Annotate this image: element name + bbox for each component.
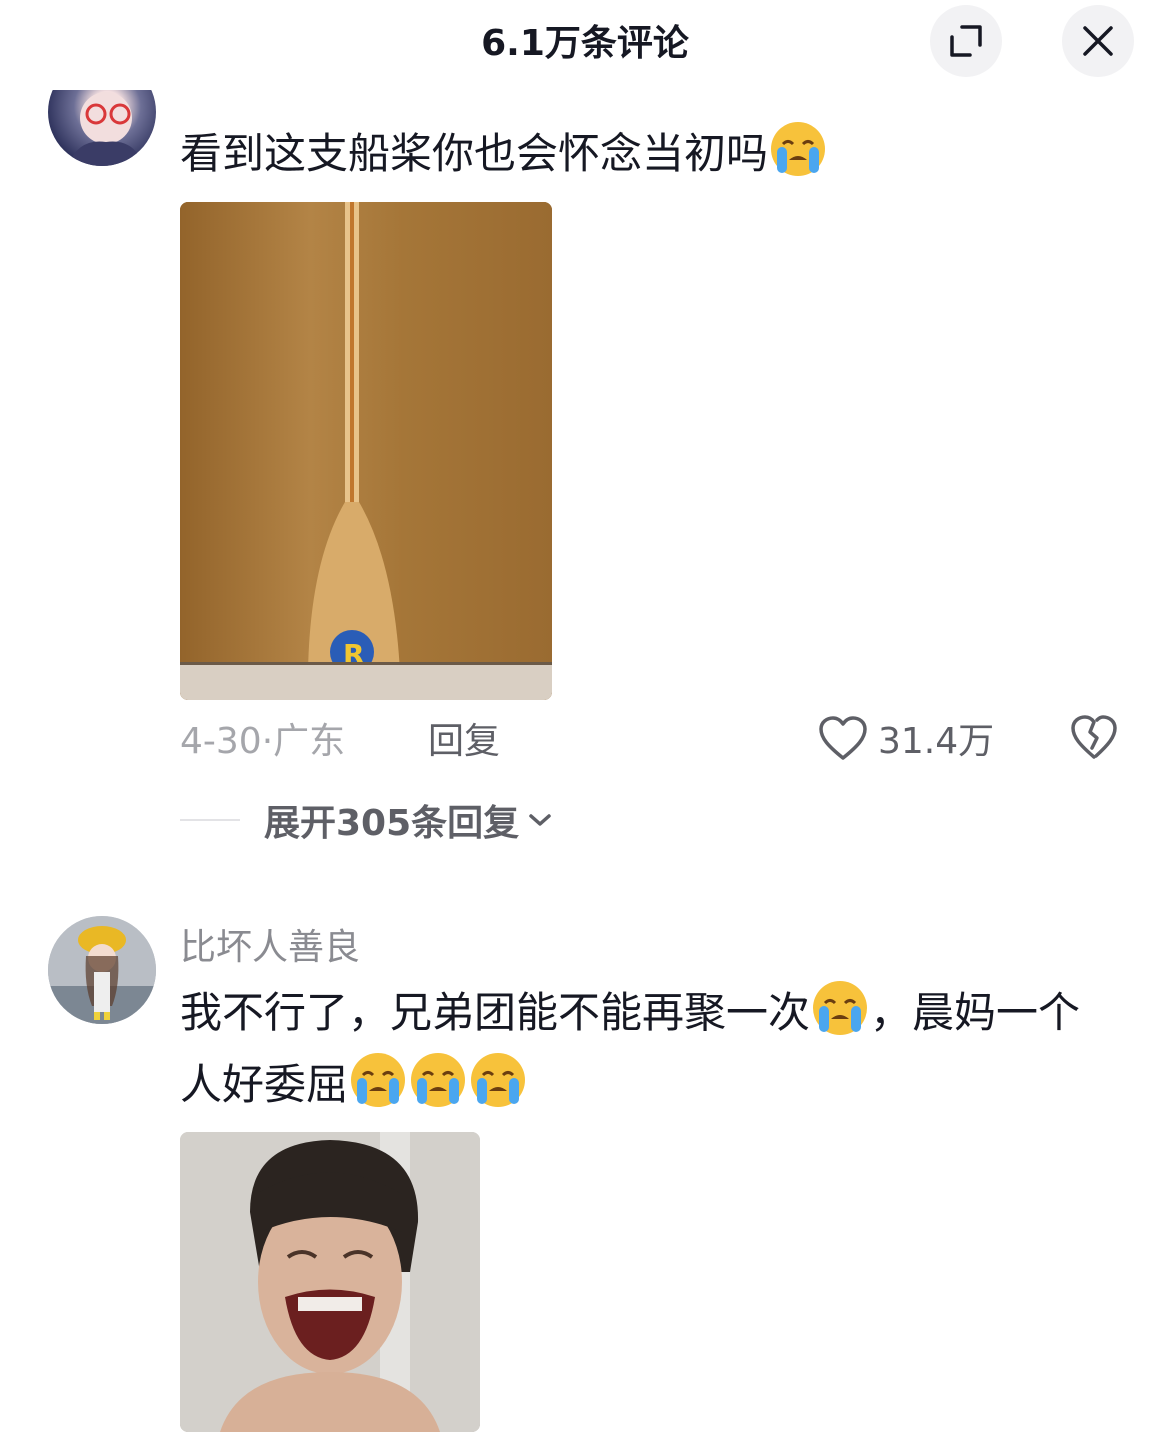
crying-face-icon <box>813 981 868 1035</box>
broken-heart-icon <box>1071 715 1117 759</box>
expand-icon <box>950 25 982 57</box>
reply-button[interactable]: 回复 <box>428 712 500 764</box>
crying-face-icon <box>411 1053 466 1107</box>
dislike-button[interactable] <box>1070 714 1118 764</box>
comment-text: 我不行了，兄弟团能不能再聚一次 ，晨妈一个人好委屈 <box>180 977 1120 1121</box>
comment-image-paddle[interactable]: R <box>180 202 552 700</box>
comment-text-part-1: 我不行了，兄弟团能不能再聚一次 <box>180 988 811 1037</box>
crying-face-icon <box>351 1053 406 1107</box>
crying-face-icon <box>771 122 826 176</box>
like-count: 31.4万 <box>878 721 995 762</box>
divider-line <box>180 819 240 821</box>
commenter-username[interactable]: 比坏人善良 <box>180 918 360 970</box>
close-button[interactable] <box>1062 5 1134 77</box>
crying-person-photo <box>180 1132 480 1432</box>
commenter-avatar[interactable] <box>48 916 156 1024</box>
close-icon <box>1083 26 1113 56</box>
expand-replies-button[interactable]: 展开305条回复 <box>180 794 553 846</box>
comments-header: 6.1万条评论 <box>0 0 1170 90</box>
heart-icon <box>819 716 867 760</box>
like-button[interactable]: 31.4万 <box>818 712 994 764</box>
expand-button[interactable] <box>930 5 1002 77</box>
chevron-down-icon <box>529 814 551 826</box>
paddle-photo: R <box>180 202 552 700</box>
comment-image-crying[interactable] <box>180 1132 480 1432</box>
crying-face-icon <box>471 1053 526 1107</box>
comment-text: 看到这支船桨你也会怀念当初吗 <box>180 118 828 190</box>
avatar-image <box>48 916 156 1024</box>
expand-replies-label: 展开305条回复 <box>264 803 520 844</box>
comment-text-content: 看到这支船桨你也会怀念当初吗 <box>180 129 769 178</box>
comment-date-location: 4-30·广东 <box>180 721 346 762</box>
